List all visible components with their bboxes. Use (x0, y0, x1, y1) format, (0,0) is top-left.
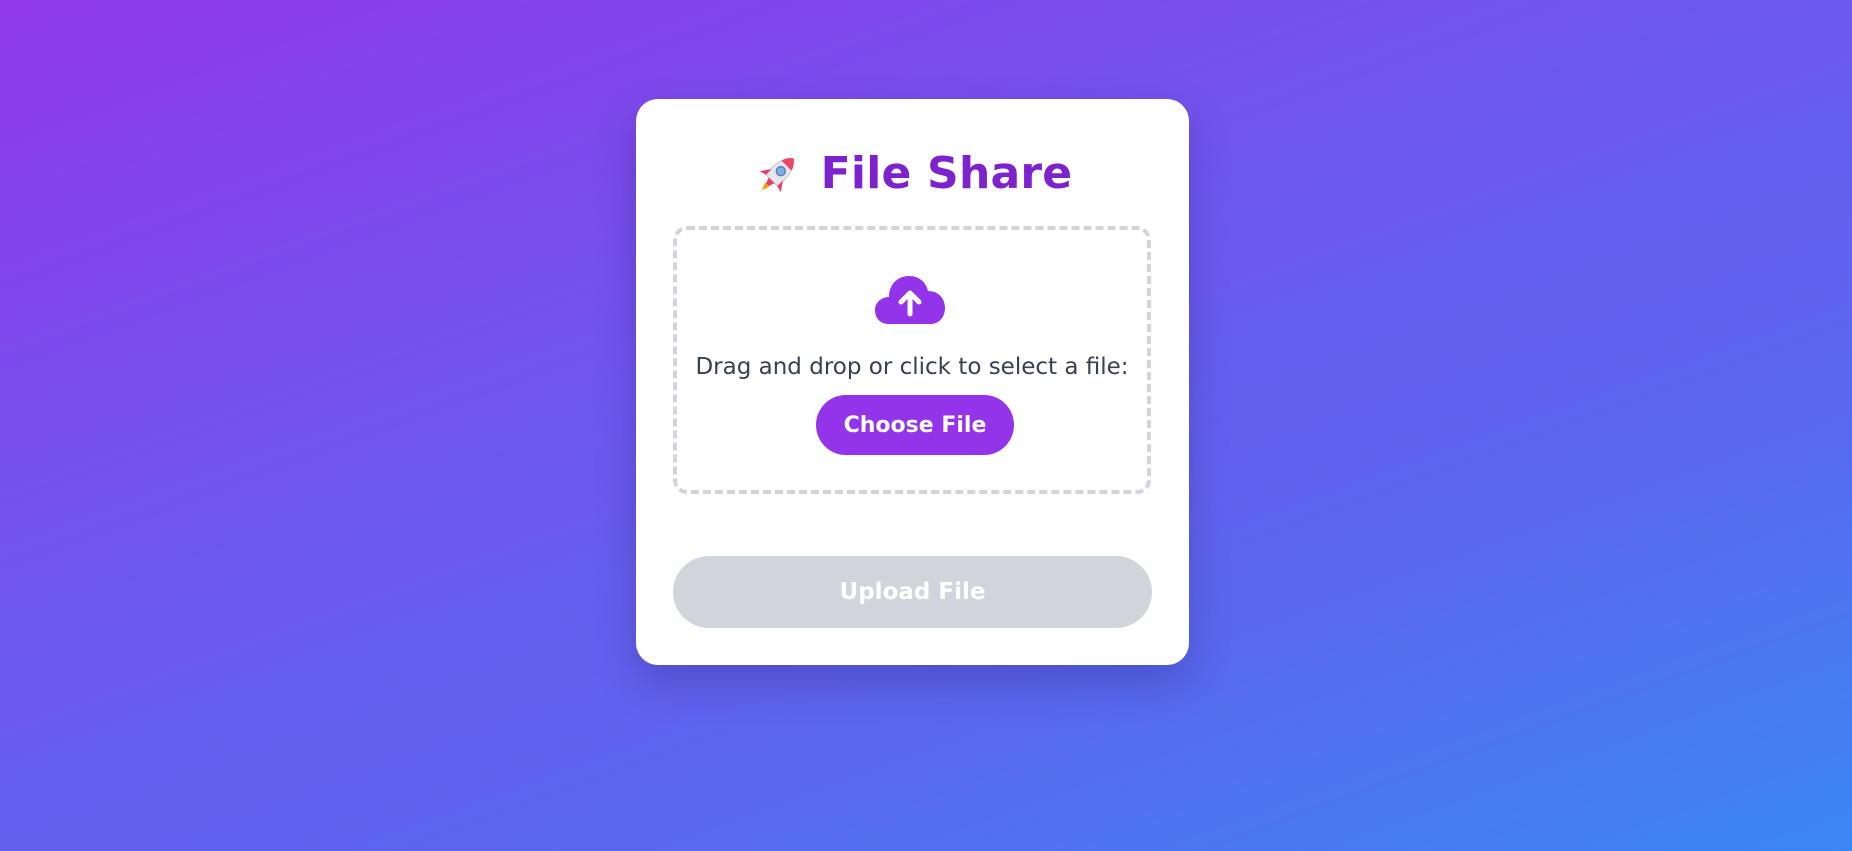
rocket-icon (759, 157, 794, 193)
cloud-upload-icon (875, 276, 945, 324)
upload-file-button[interactable]: Upload File (673, 556, 1152, 628)
file-share-card: File Share Drag and drop or click to sel… (636, 99, 1189, 665)
app-title: File Share (820, 148, 1073, 199)
file-dropzone[interactable]: Drag and drop or click to select a file:… (673, 226, 1151, 494)
dropzone-instruction: Drag and drop or click to select a file: (695, 354, 1129, 380)
choose-file-button[interactable]: Choose File (816, 395, 1014, 455)
header: File Share (636, 139, 1189, 209)
